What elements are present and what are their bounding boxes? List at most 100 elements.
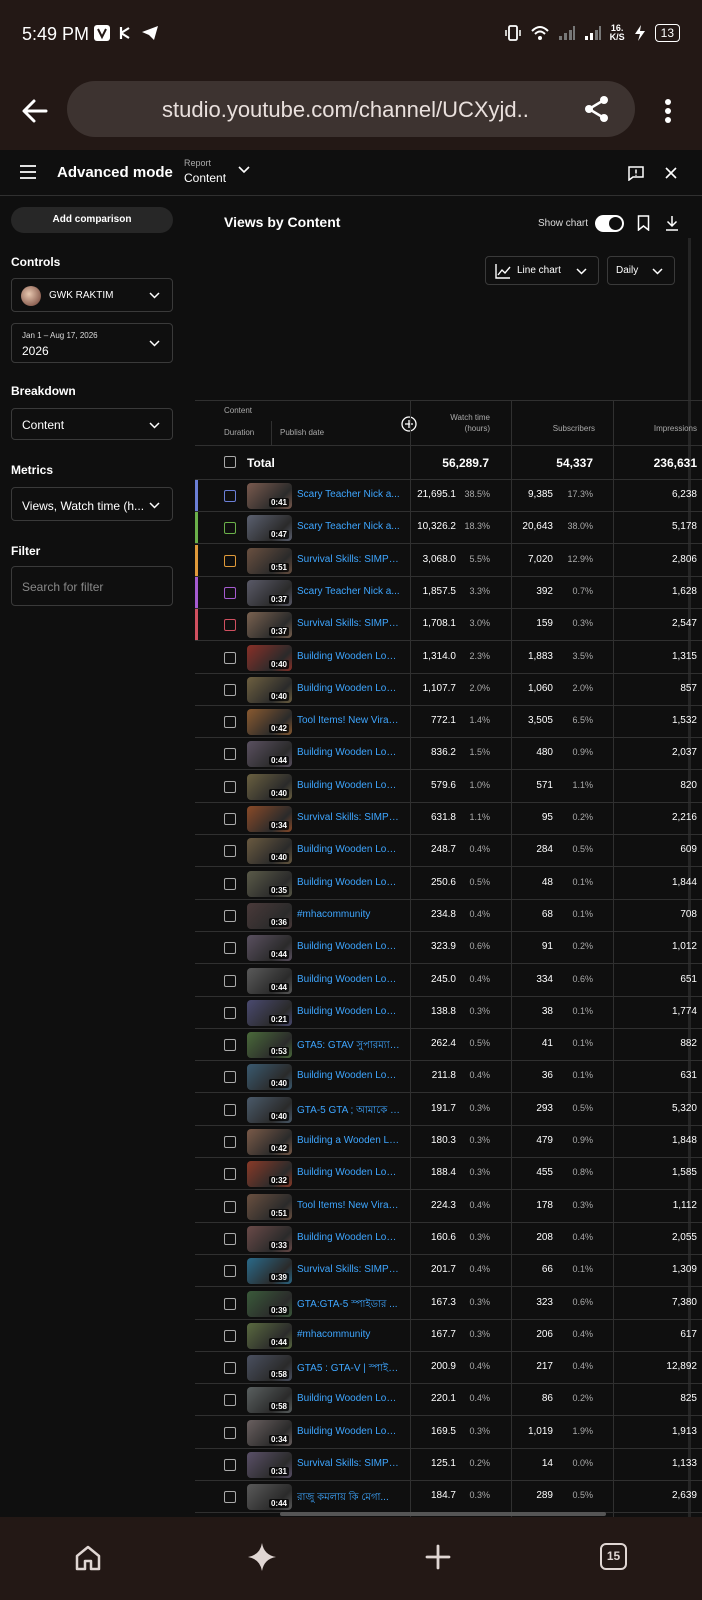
table-row[interactable]: 0:53 GTA5: GTAV সুপারম্যান... 262.4 0.5% 41 0… [195,1029,702,1062]
video-title-link[interactable]: Survival Skills: SIMPL... [297,618,400,629]
table-row[interactable]: 0:40 GTA-5 GTA ; আমাকে সু... 191.7 0.3% 293 0… [195,1094,702,1126]
row-checkbox[interactable] [224,490,236,502]
video-thumbnail[interactable]: 0:40 [247,773,292,800]
new-tab-icon[interactable] [425,1544,451,1570]
video-thumbnail[interactable]: 0:37 [247,612,292,639]
video-title-link[interactable]: #mhacommunity [297,1329,400,1340]
row-checkbox[interactable] [224,1136,236,1148]
video-title-link[interactable]: Survival Skills: SIMPL... [297,554,400,565]
table-row[interactable]: 0:40 Building Wooden Log ... 211.8 0.4% 36 0.… [195,1061,702,1094]
video-title-link[interactable]: #mhacommunity [297,909,400,920]
video-thumbnail[interactable]: 0:21 [247,999,292,1026]
table-row[interactable]: 0:58 GTA5 : GTA-V | স্পাইডা... 200.9 0.4% 21… [195,1352,702,1385]
metrics-select[interactable]: Views, Watch time (h... [11,487,173,521]
row-checkbox[interactable] [224,748,236,761]
table-row[interactable]: 0:44 Building Wooden Log ... 323.9 0.6% 91 0.… [195,932,702,965]
table-row[interactable]: 0:44 Building Wooden Log ... 245.0 0.4% 334 0… [195,965,702,997]
video-title-link[interactable]: Building a Wooden Lo... [297,1135,400,1146]
row-checkbox[interactable] [224,909,236,922]
video-thumbnail[interactable]: 0:40 [247,1096,292,1123]
video-thumbnail[interactable]: 0:51 [247,1193,292,1220]
video-thumbnail[interactable]: 0:44 [247,741,292,768]
video-thumbnail[interactable]: 0:42 [247,1129,292,1155]
video-thumbnail[interactable]: 0:40 [247,676,292,703]
breakdown-select[interactable]: Content [11,408,173,440]
close-icon[interactable] [665,167,677,179]
url-bar[interactable]: studio.youtube.com/channel/UCXyjd.. [67,81,635,137]
table-row[interactable]: 0:51 Survival Skills: SIMPL... 3,068.0 5.5%… [195,544,702,577]
video-thumbnail[interactable]: 0:39 [247,1290,292,1317]
interval-select[interactable]: Daily [607,256,675,285]
video-thumbnail[interactable]: 0:44 [247,935,292,962]
table-row[interactable]: 0:47 Scary Teacher Nick a... 10,326.2 18.3%… [195,512,702,545]
table-row[interactable]: 0:36 #mhacommunity 234.8 0.4% 68 0.1% 708 [195,900,702,932]
video-title-link[interactable]: Building Wooden Log ... [297,974,400,985]
video-title-link[interactable]: GTA:GTA-5 স্পাইডার ... [297,1297,400,1314]
video-thumbnail[interactable]: 0:53 [247,1032,292,1059]
row-checkbox[interactable] [224,1039,236,1052]
row-checkbox[interactable] [224,942,236,955]
row-checkbox[interactable] [224,554,236,567]
column-header-impressions[interactable]: Impressions [615,423,697,434]
video-title-link[interactable]: Scary Teacher Nick a... [297,489,400,500]
row-checkbox[interactable] [224,974,236,987]
row-checkbox[interactable] [224,1491,236,1504]
row-checkbox[interactable] [224,522,236,535]
table-row[interactable]: 0:41 Scary Teacher Nick a... 21,695.1 38.5%… [195,480,702,512]
chart-type-select[interactable]: Line chart [485,256,599,285]
row-checkbox[interactable] [224,1362,236,1375]
back-arrow-icon[interactable] [20,96,50,126]
table-row[interactable]: 0:31 Survival Skills: SIMPL... 125.1 0.2% 14… [195,1449,702,1481]
row-checkbox[interactable] [224,1168,236,1181]
table-row[interactable]: 0:42 Tool Items! New Viral ... 772.1 1.4% 3,… [195,706,702,739]
video-title-link[interactable]: GTA5: GTAV সুপারম্যান... [297,1038,400,1055]
row-checkbox[interactable] [224,1006,236,1019]
video-thumbnail[interactable]: 0:33 [247,1225,292,1252]
table-row[interactable]: 0:51 Tool Items! New Viral ... 224.3 0.4% 17… [195,1191,702,1223]
column-header-duration[interactable]: Duration [224,428,254,437]
video-thumbnail[interactable]: 0:40 [247,644,292,671]
row-checkbox[interactable] [224,1297,236,1310]
row-checkbox[interactable] [224,1103,236,1116]
row-checkbox[interactable] [224,845,236,858]
table-row[interactable]: 0:40 Building Wooden Log ... 248.7 0.4% 284 0… [195,835,702,868]
table-row[interactable]: 0:21 Building Wooden Log ... 138.8 0.3% 38 0.… [195,997,702,1029]
video-title-link[interactable]: Tool Items! New Viral ... [297,1200,400,1211]
column-header-watch-time[interactable]: Watch time (hours) [430,412,490,434]
video-title-link[interactable]: GTA-5 GTA ; আমাকে সু... [297,1103,400,1120]
video-thumbnail[interactable]: 0:51 [247,547,292,574]
row-checkbox[interactable] [224,651,236,664]
video-thumbnail[interactable]: 0:34 [247,806,292,832]
video-title-link[interactable]: Tool Items! New Viral ... [297,715,400,726]
row-checkbox[interactable] [224,1232,236,1245]
table-row[interactable]: 0:37 Survival Skills: SIMPL... 1,708.1 3.0%… [195,609,702,642]
row-checkbox[interactable] [224,716,236,729]
table-row[interactable]: 0:40 Building Wooden Log ... 1,314.0 2.3% 1,… [195,642,702,674]
table-row[interactable]: 0:34 Survival Skills: SIMPL... 631.8 1.1% 95… [195,803,702,835]
column-header-content[interactable]: Content [224,406,252,415]
video-title-link[interactable]: Survival Skills: SIMPL... [297,1458,400,1469]
video-thumbnail[interactable]: 0:40 [247,1064,292,1091]
table-row[interactable]: 0:44 Building Wooden Log ... 836.2 1.5% 480 0… [195,738,702,771]
share-icon[interactable] [583,95,611,123]
table-row[interactable]: 0:42 Building a Wooden Lo... 180.3 0.3% 479 0… [195,1126,702,1158]
video-title-link[interactable]: Building Wooden Log ... [297,1167,400,1178]
video-thumbnail[interactable]: 0:58 [247,1387,292,1414]
table-row[interactable]: 0:32 Building Wooden Log ... 188.4 0.3% 455 0… [195,1158,702,1191]
video-thumbnail[interactable]: 0:39 [247,1258,292,1285]
video-thumbnail[interactable]: 0:44 [247,1484,292,1511]
table-row[interactable]: 0:58 Building Wooden Log ... 220.1 0.4% 86 0.… [195,1384,702,1417]
video-title-link[interactable]: Scary Teacher Nick a... [297,521,400,532]
video-title-link[interactable]: Building Wooden Log ... [297,651,400,662]
video-thumbnail[interactable]: 0:36 [247,902,292,929]
video-title-link[interactable]: Scary Teacher Nick a... [297,586,400,597]
table-row[interactable]: 0:34 Building Wooden Log ... 169.5 0.3% 1,01… [195,1417,702,1449]
table-row[interactable]: 0:44 রাজু কমলায় কি মেগা... 184.7 0.3% 289 0.… [195,1481,702,1514]
row-checkbox[interactable] [224,1329,236,1342]
video-thumbnail[interactable]: 0:37 [247,579,292,606]
video-title-link[interactable]: Building Wooden Log ... [297,780,400,791]
row-checkbox[interactable] [224,813,236,825]
video-thumbnail[interactable]: 0:44 [247,967,292,994]
tab-switcher-button[interactable]: 15 [600,1543,627,1570]
video-title-link[interactable]: Building Wooden Log ... [297,1426,400,1437]
